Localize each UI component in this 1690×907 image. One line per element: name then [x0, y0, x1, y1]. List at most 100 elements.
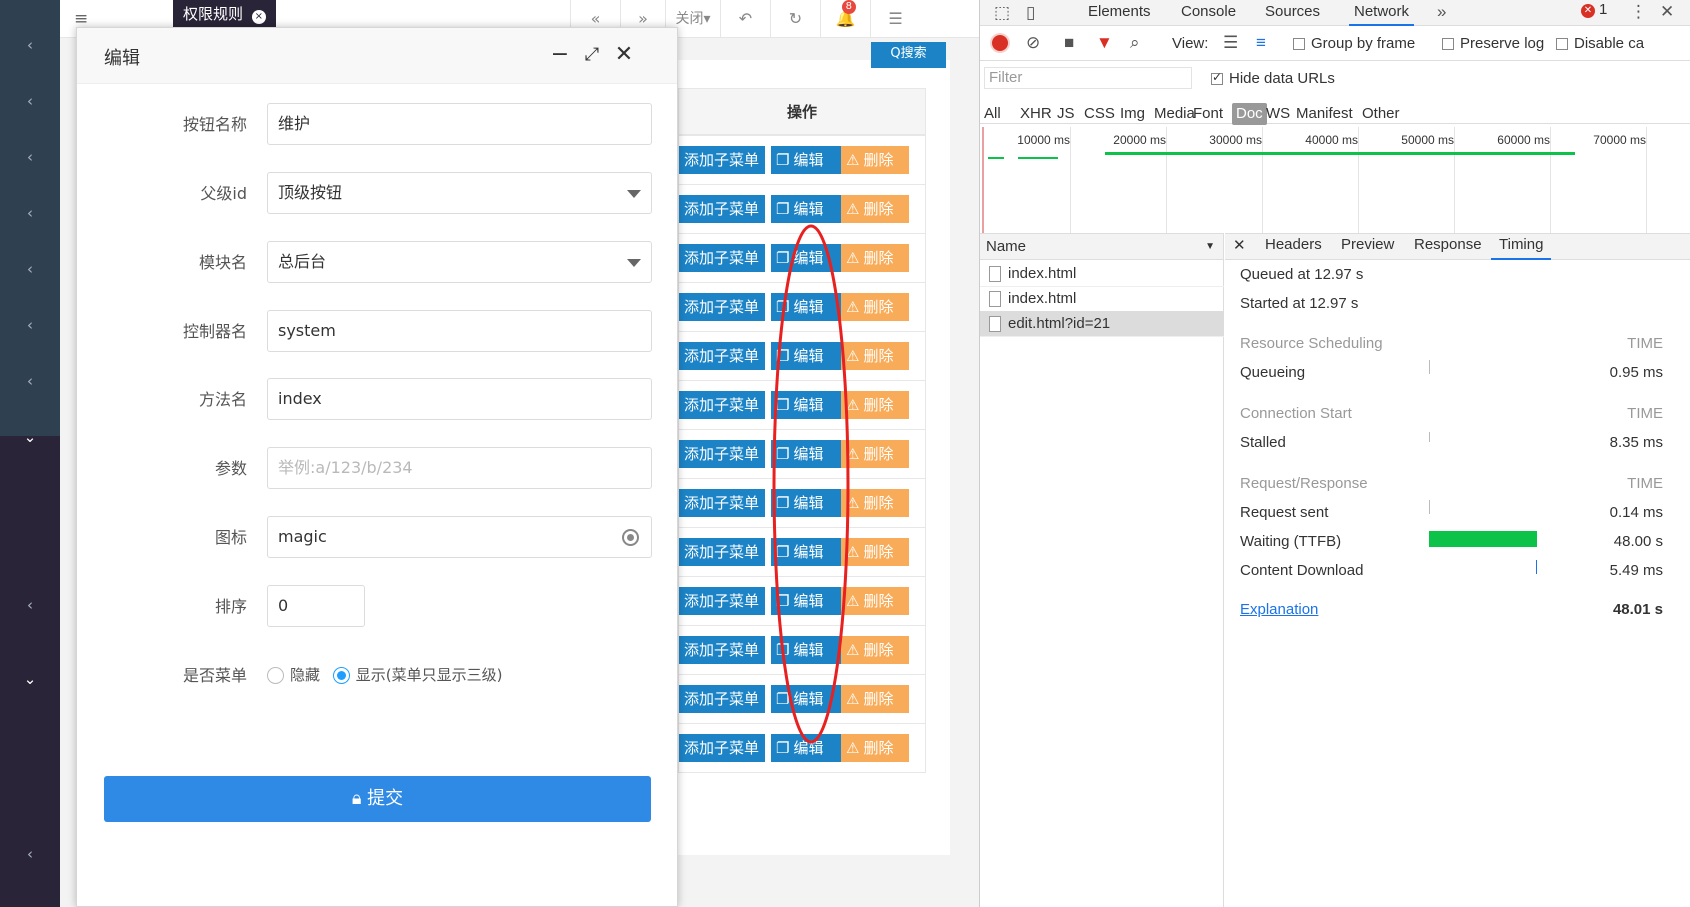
delete-button[interactable]: ⚠ 删除 [841, 587, 909, 615]
edit-button[interactable]: ❐ 编辑 [771, 391, 841, 419]
maximize-icon[interactable]: ⤢ [579, 42, 605, 68]
type-filter-ws[interactable]: WS [1266, 103, 1290, 125]
delete-button[interactable]: ⚠ 删除 [841, 391, 909, 419]
edit-button[interactable]: ❐ 编辑 [771, 587, 841, 615]
chevron-left-icon[interactable]: ‹ [0, 596, 60, 614]
back-icon[interactable]: ↶ [720, 0, 770, 38]
close-icon[interactable]: ✕ [611, 42, 637, 68]
filter-icon[interactable]: ▼ [1096, 31, 1113, 55]
menu-icon[interactable]: ≡ [74, 9, 88, 29]
add-submenu-button[interactable]: 添加子菜单 [679, 538, 765, 566]
group-by-frame-checkbox[interactable]: Group by frame [1293, 35, 1415, 52]
submit-button[interactable]: 🔒︎ 提交 [104, 776, 651, 822]
chevron-down-icon[interactable]: ⌄ [0, 670, 60, 688]
parent-id-select[interactable]: 顶级按钮 [267, 172, 652, 214]
delete-button[interactable]: ⚠ 删除 [841, 195, 909, 223]
add-submenu-button[interactable]: 添加子菜单 [679, 146, 765, 174]
delete-button[interactable]: ⚠ 删除 [841, 293, 909, 321]
add-submenu-button[interactable]: 添加子菜单 [679, 636, 765, 664]
settings-icon[interactable]: ☰ [870, 0, 920, 38]
type-filter-other[interactable]: Other [1362, 103, 1400, 125]
type-filter-manifest[interactable]: Manifest [1296, 103, 1353, 125]
edit-button[interactable]: ❐ 编辑 [771, 195, 841, 223]
module-select[interactable]: 总后台 [267, 241, 652, 283]
search-button[interactable]: Q搜索 [871, 42, 946, 68]
edit-button[interactable]: ❐ 编辑 [771, 636, 841, 664]
disable-cache-checkbox[interactable]: Disable ca [1556, 35, 1644, 52]
chevron-left-icon[interactable]: ‹ [0, 92, 60, 110]
preserve-log-checkbox[interactable]: Preserve log [1442, 35, 1544, 52]
chevron-left-icon[interactable]: ‹ [0, 148, 60, 166]
detail-tab-response[interactable]: Response [1414, 236, 1482, 260]
delete-button[interactable]: ⚠ 删除 [841, 734, 909, 762]
chevron-left-icon[interactable]: ‹ [0, 36, 60, 54]
close-detail-icon[interactable]: ✕ [1233, 236, 1246, 254]
edit-button[interactable]: ❐ 编辑 [771, 146, 841, 174]
devtools-tab-console[interactable]: Console [1181, 0, 1236, 26]
close-devtools-icon[interactable]: ✕ [1660, 0, 1674, 24]
type-filter-media[interactable]: Media [1154, 103, 1195, 125]
type-filter-font[interactable]: Font [1193, 103, 1223, 125]
refresh-icon[interactable]: ↻ [770, 0, 820, 38]
delete-button[interactable]: ⚠ 删除 [841, 146, 909, 174]
clear-icon[interactable]: ⊘ [1026, 31, 1040, 55]
chevron-left-icon[interactable]: ‹ [0, 204, 60, 222]
close-icon[interactable]: × [251, 10, 266, 24]
delete-button[interactable]: ⚠ 删除 [841, 685, 909, 713]
filter-input[interactable]: Filter [984, 67, 1192, 89]
radio-hide[interactable]: 隐藏 [267, 666, 320, 684]
type-filter-doc[interactable]: Doc [1232, 103, 1267, 125]
large-rows-icon[interactable]: ☰ [1223, 31, 1238, 55]
chevron-down-icon[interactable]: ⌄ [0, 428, 60, 446]
add-submenu-button[interactable]: 添加子菜单 [679, 440, 765, 468]
type-filter-img[interactable]: Img [1120, 103, 1145, 125]
edit-button[interactable]: ❐ 编辑 [771, 538, 841, 566]
delete-button[interactable]: ⚠ 删除 [841, 489, 909, 517]
add-submenu-button[interactable]: 添加子菜单 [679, 195, 765, 223]
request-row[interactable]: edit.html?id=21 [980, 311, 1224, 337]
kebab-menu-icon[interactable]: ⋮ [1630, 0, 1647, 24]
add-submenu-button[interactable]: 添加子菜单 [679, 342, 765, 370]
error-count[interactable]: 1 [1599, 1, 1607, 18]
params-input[interactable]: 举例:a/123/b/234 [267, 447, 652, 489]
icon-picker-icon[interactable] [622, 529, 639, 546]
add-submenu-button[interactable]: 添加子菜单 [679, 685, 765, 713]
record-icon[interactable] [992, 35, 1008, 51]
type-filter-css[interactable]: CSS [1084, 103, 1115, 125]
delete-button[interactable]: ⚠ 删除 [841, 636, 909, 664]
add-submenu-button[interactable]: 添加子菜单 [679, 489, 765, 517]
button-name-input[interactable]: 维护 [267, 103, 652, 145]
device-toggle-icon[interactable]: ▯ [1026, 1, 1035, 25]
hide-data-urls-checkbox[interactable]: Hide data URLs [1211, 70, 1335, 87]
icon-input[interactable]: magic [267, 516, 652, 558]
search-icon[interactable]: ⌕ [1130, 31, 1140, 55]
request-row[interactable]: index.html [980, 286, 1224, 312]
edit-button[interactable]: ❐ 编辑 [771, 244, 841, 272]
detail-tab-preview[interactable]: Preview [1341, 236, 1394, 260]
sort-input[interactable]: 0 [267, 585, 365, 627]
controller-input[interactable]: system [267, 310, 652, 352]
edit-button[interactable]: ❐ 编辑 [771, 685, 841, 713]
edit-button[interactable]: ❐ 编辑 [771, 734, 841, 762]
add-submenu-button[interactable]: 添加子菜单 [679, 587, 765, 615]
add-submenu-button[interactable]: 添加子菜单 [679, 244, 765, 272]
explanation-link[interactable]: Explanation [1240, 601, 1318, 618]
add-submenu-button[interactable]: 添加子菜单 [679, 391, 765, 419]
request-row[interactable]: index.html [980, 261, 1224, 287]
add-submenu-button[interactable]: 添加子菜单 [679, 293, 765, 321]
radio-show[interactable]: 显示(菜单只显示三级) [332, 666, 503, 684]
chevron-left-icon[interactable]: ‹ [0, 372, 60, 390]
chevron-left-icon[interactable]: ‹ [0, 845, 60, 863]
type-filter-all[interactable]: All [984, 103, 1001, 125]
more-tabs-icon[interactable]: » [1437, 0, 1446, 24]
detail-tab-headers[interactable]: Headers [1265, 236, 1322, 260]
type-filter-js[interactable]: JS [1057, 103, 1075, 125]
tab-current[interactable]: 权限规则 × [173, 0, 276, 28]
edit-button[interactable]: ❐ 编辑 [771, 342, 841, 370]
name-column-header[interactable]: Name ▼ [980, 234, 1223, 260]
chevron-left-icon[interactable]: ‹ [0, 260, 60, 278]
method-input[interactable]: index [267, 378, 652, 420]
detail-tab-timing[interactable]: Timing [1491, 236, 1552, 260]
camera-icon[interactable]: ■ [1064, 31, 1074, 55]
edit-button[interactable]: ❐ 编辑 [771, 293, 841, 321]
